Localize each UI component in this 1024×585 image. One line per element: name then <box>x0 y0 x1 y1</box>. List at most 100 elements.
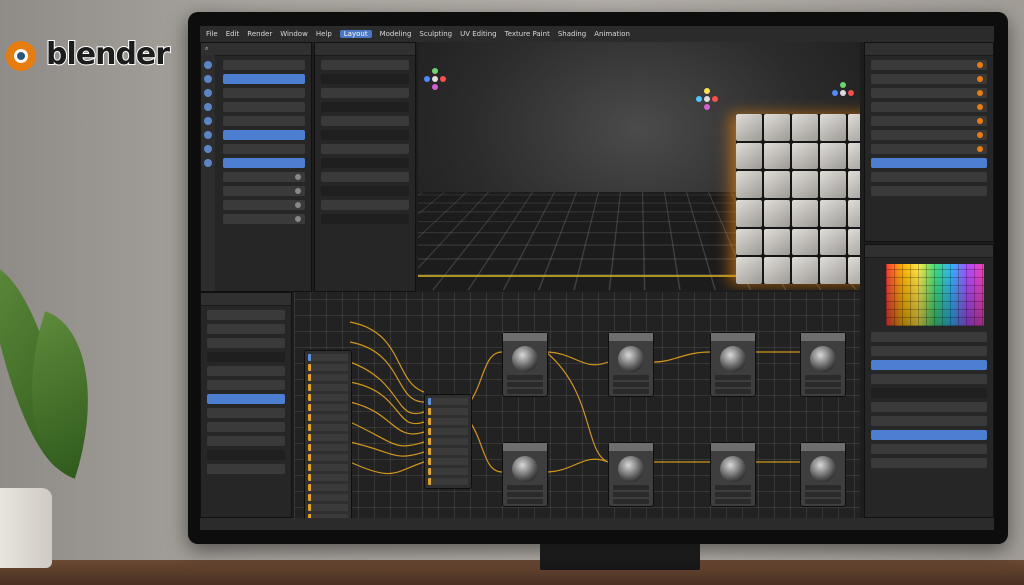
list-item[interactable] <box>207 464 285 474</box>
outliner-item[interactable] <box>871 186 987 196</box>
node-socket-row[interactable] <box>308 394 348 401</box>
input-field[interactable] <box>871 388 987 398</box>
shader-node[interactable] <box>502 442 548 507</box>
property-row-selected[interactable] <box>871 360 987 370</box>
list-item[interactable] <box>321 200 409 210</box>
node-socket-row[interactable] <box>308 484 348 491</box>
list-item-selected[interactable] <box>207 394 285 404</box>
input-node[interactable] <box>304 350 352 530</box>
list-item-selected[interactable] <box>223 130 305 140</box>
property-row[interactable] <box>871 374 987 384</box>
node-socket-row[interactable] <box>428 468 468 475</box>
node-socket-row[interactable] <box>308 404 348 411</box>
world-icon[interactable] <box>204 117 212 125</box>
outliner-item[interactable] <box>871 172 987 182</box>
tool-icon[interactable] <box>204 61 212 69</box>
list-item[interactable] <box>207 380 285 390</box>
outliner-item[interactable] <box>871 102 987 112</box>
outliner-item[interactable] <box>871 88 987 98</box>
menu-edit[interactable]: Edit <box>226 30 240 38</box>
shader-node-editor[interactable] <box>294 292 860 530</box>
tab-layout[interactable]: Layout <box>339 30 372 38</box>
list-item[interactable] <box>207 310 285 320</box>
object-icon[interactable] <box>204 131 212 139</box>
scene-icon[interactable] <box>204 103 212 111</box>
node-socket-row[interactable] <box>308 384 348 391</box>
color-palette-swatch[interactable] <box>886 264 984 326</box>
tab-uv-editing[interactable]: UV Editing <box>460 30 497 38</box>
cube-mesh[interactable] <box>736 114 860 284</box>
list-item[interactable] <box>223 214 305 224</box>
outliner-item-selected[interactable] <box>871 158 987 168</box>
node-socket-row[interactable] <box>428 448 468 455</box>
node-socket-row[interactable] <box>428 428 468 435</box>
outliner-item[interactable] <box>871 116 987 126</box>
list-item[interactable] <box>207 422 285 432</box>
property-row-selected[interactable] <box>871 430 987 440</box>
orientation-gizmo-icon[interactable] <box>832 82 854 104</box>
list-item[interactable] <box>207 436 285 446</box>
property-row[interactable] <box>871 346 987 356</box>
node-socket-row[interactable] <box>308 354 348 361</box>
menu-file[interactable]: File <box>206 30 218 38</box>
list-item[interactable] <box>321 88 409 98</box>
list-item[interactable] <box>223 186 305 196</box>
list-item[interactable] <box>223 200 305 210</box>
shader-node[interactable] <box>710 442 756 507</box>
list-item[interactable] <box>321 60 409 70</box>
node-socket-row[interactable] <box>428 418 468 425</box>
material-icon[interactable] <box>204 159 212 167</box>
list-item[interactable] <box>223 172 305 182</box>
shader-node[interactable] <box>800 332 846 397</box>
list-item[interactable] <box>207 324 285 334</box>
node-socket-row[interactable] <box>308 374 348 381</box>
node-socket-row[interactable] <box>308 464 348 471</box>
node-socket-row[interactable] <box>428 398 468 405</box>
list-item-selected[interactable] <box>223 74 305 84</box>
shader-node[interactable] <box>608 442 654 507</box>
input-field[interactable] <box>321 130 409 140</box>
outliner-item[interactable] <box>871 130 987 140</box>
list-item-selected[interactable] <box>223 158 305 168</box>
node-socket-row[interactable] <box>308 474 348 481</box>
tab-modeling[interactable]: Modeling <box>380 30 412 38</box>
node-socket-row[interactable] <box>428 438 468 445</box>
node-socket-row[interactable] <box>308 454 348 461</box>
input-field[interactable] <box>321 214 409 224</box>
property-row[interactable] <box>871 444 987 454</box>
list-item[interactable] <box>223 144 305 154</box>
outliner-item[interactable] <box>871 60 987 70</box>
node-socket-row[interactable] <box>428 408 468 415</box>
input-field[interactable] <box>321 158 409 168</box>
node-socket-row[interactable] <box>428 458 468 465</box>
outliner-item[interactable] <box>871 74 987 84</box>
list-item[interactable] <box>223 102 305 112</box>
shader-node[interactable] <box>710 332 756 397</box>
node-socket-row[interactable] <box>308 434 348 441</box>
move-gizmo-icon[interactable] <box>696 88 718 110</box>
shader-node[interactable] <box>800 442 846 507</box>
input-field[interactable] <box>321 102 409 112</box>
shader-node[interactable] <box>608 332 654 397</box>
tab-animation[interactable]: Animation <box>594 30 630 38</box>
input-field[interactable] <box>207 450 285 460</box>
input-field[interactable] <box>321 186 409 196</box>
search-icon[interactable]: ⌕ <box>205 45 208 53</box>
property-row[interactable] <box>871 458 987 468</box>
list-item[interactable] <box>223 116 305 126</box>
node-socket-row[interactable] <box>308 444 348 451</box>
property-row[interactable] <box>871 402 987 412</box>
node-socket-row[interactable] <box>308 504 348 511</box>
tab-texture-paint[interactable]: Texture Paint <box>505 30 550 38</box>
property-row[interactable] <box>871 332 987 342</box>
property-row[interactable] <box>871 416 987 426</box>
tab-shading[interactable]: Shading <box>558 30 586 38</box>
output-icon[interactable] <box>204 89 212 97</box>
modifier-icon[interactable] <box>204 145 212 153</box>
navigation-gizmo-icon[interactable] <box>424 68 446 90</box>
list-item[interactable] <box>207 408 285 418</box>
3d-viewport[interactable] <box>418 42 860 290</box>
menu-render[interactable]: Render <box>247 30 272 38</box>
render-icon[interactable] <box>204 75 212 83</box>
list-item[interactable] <box>207 366 285 376</box>
